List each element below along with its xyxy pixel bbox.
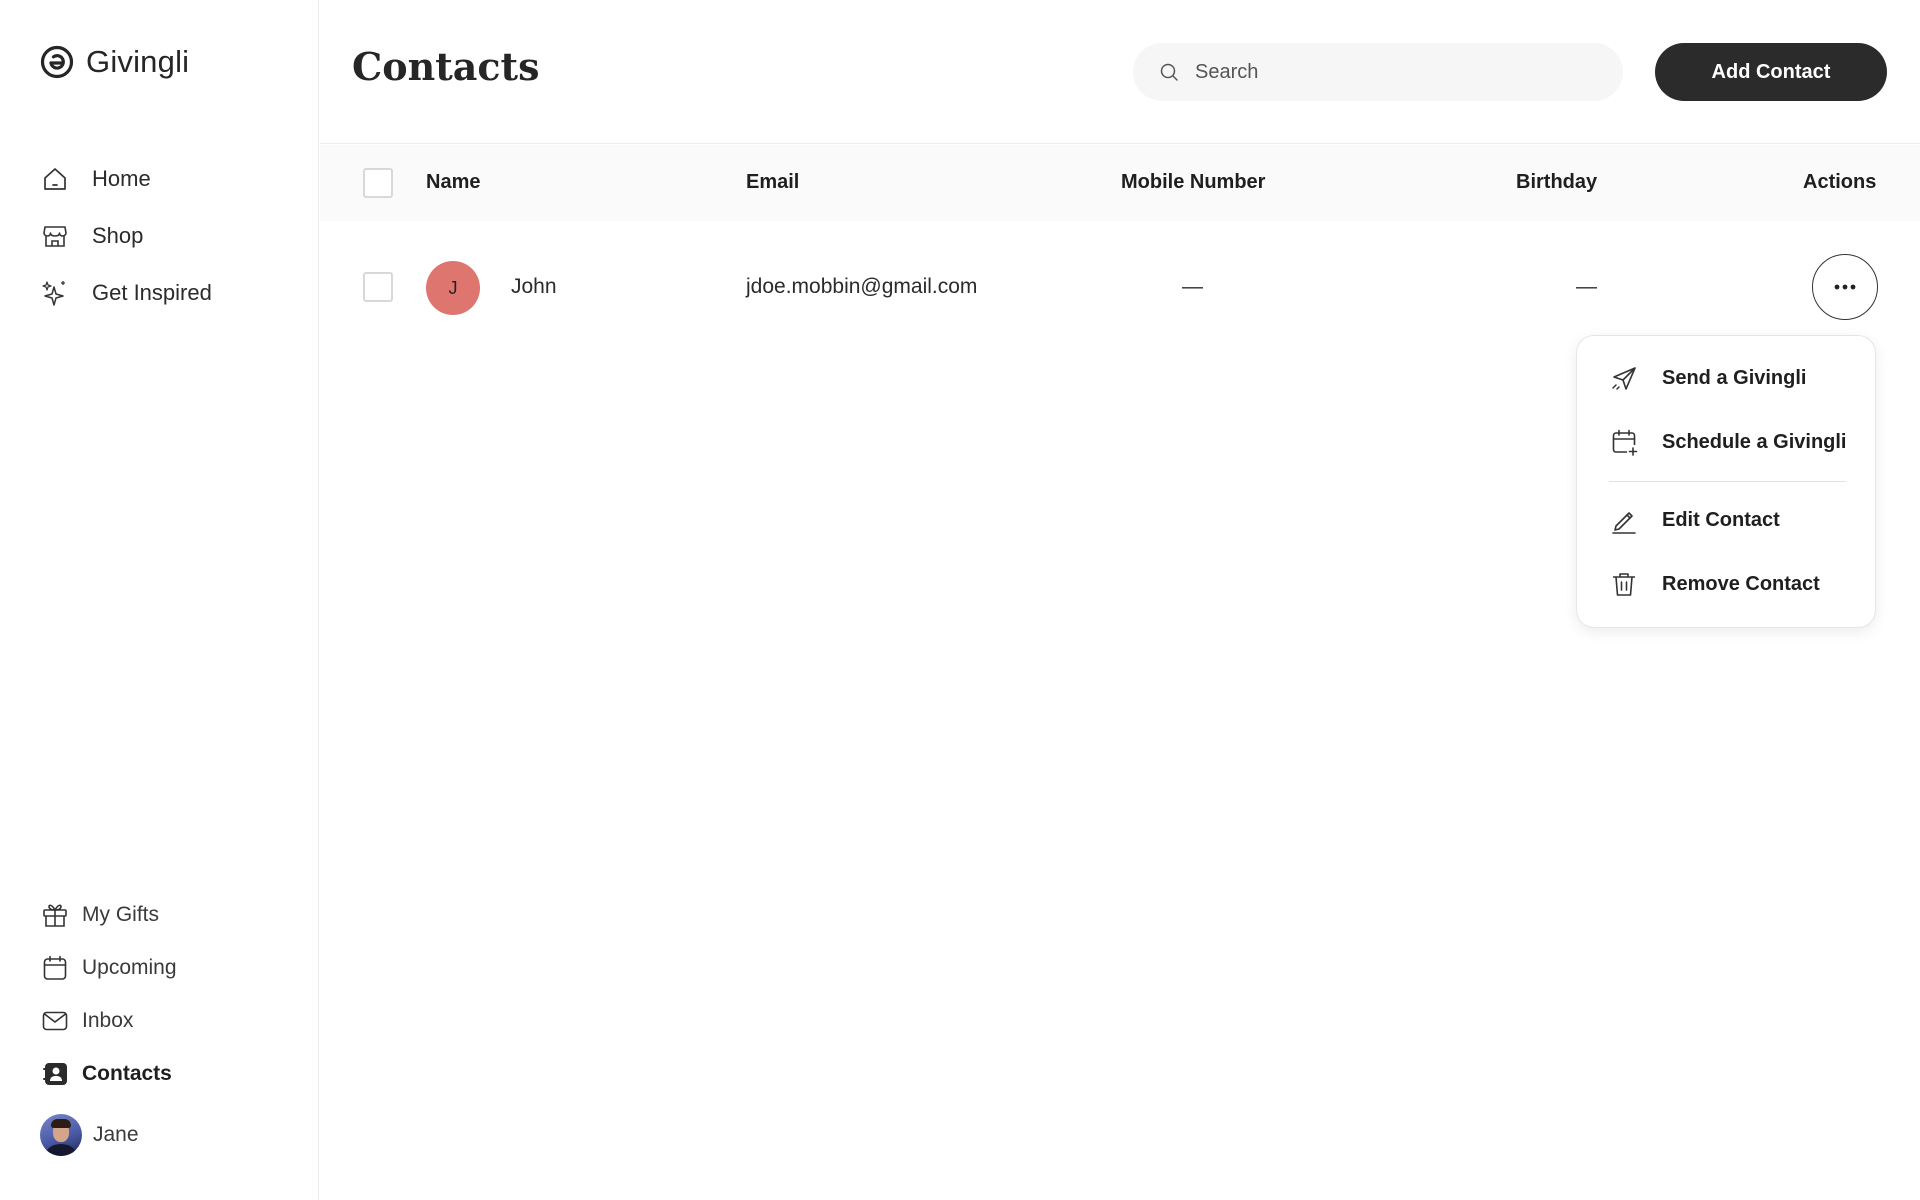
column-header-email[interactable]: Email	[746, 171, 799, 194]
contact-email: jdoe.mobbin@gmail.com	[746, 275, 978, 298]
home-icon	[40, 164, 70, 194]
secondary-nav: My Gifts Upcoming Inbox Contacts	[40, 888, 177, 1100]
menu-item-remove-contact[interactable]: Remove Contact	[1609, 569, 1820, 599]
search-bar[interactable]	[1133, 43, 1623, 101]
nav-label-get-inspired: Get Inspired	[92, 279, 212, 305]
nav-item-inbox[interactable]: Inbox	[40, 994, 177, 1047]
nav-label-upcoming: Upcoming	[82, 955, 177, 979]
nav-item-my-gifts[interactable]: My Gifts	[40, 888, 177, 941]
edit-icon	[1609, 505, 1639, 535]
contact-mobile: —	[1182, 275, 1203, 298]
contacts-icon	[40, 1059, 70, 1089]
mail-icon	[40, 1006, 70, 1036]
add-contact-button[interactable]: Add Contact	[1655, 43, 1887, 101]
sidebar: Givingli Home Shop Get Inspired My Gifts…	[0, 0, 319, 1200]
menu-divider	[1609, 481, 1846, 482]
page-title: Contacts	[352, 44, 540, 89]
row-actions-menu: Send a Givingli Schedule a Givingli Edit…	[1576, 335, 1876, 628]
menu-item-schedule-givingli[interactable]: Schedule a Givingli	[1609, 427, 1847, 457]
nav-item-home[interactable]: Home	[40, 150, 212, 207]
calendar-icon	[40, 953, 70, 983]
nav-item-contacts[interactable]: Contacts	[40, 1047, 177, 1100]
contact-avatar: J	[426, 261, 480, 315]
menu-label-send: Send a Givingli	[1662, 366, 1807, 389]
nav-label-home: Home	[92, 165, 151, 191]
user-name: Jane	[93, 1123, 139, 1146]
row-actions-button[interactable]	[1812, 254, 1878, 320]
calendar-add-icon	[1609, 427, 1639, 457]
sparkle-icon	[40, 278, 70, 308]
shop-icon	[40, 221, 70, 251]
brand[interactable]: Givingli	[40, 44, 189, 80]
contact-initial: J	[448, 277, 458, 298]
nav-item-upcoming[interactable]: Upcoming	[40, 941, 177, 994]
menu-item-edit-contact[interactable]: Edit Contact	[1609, 505, 1780, 535]
nav-item-shop[interactable]: Shop	[40, 207, 212, 264]
menu-item-send-givingli[interactable]: Send a Givingli	[1609, 363, 1806, 393]
nav-item-get-inspired[interactable]: Get Inspired	[40, 264, 212, 321]
menu-label-edit: Edit Contact	[1662, 508, 1780, 531]
column-header-birthday[interactable]: Birthday	[1516, 171, 1597, 194]
menu-label-remove: Remove Contact	[1662, 572, 1820, 595]
send-icon	[1609, 363, 1639, 393]
search-input[interactable]	[1195, 60, 1595, 84]
nav-label-my-gifts: My Gifts	[82, 902, 159, 926]
more-horizontal-icon	[1834, 284, 1856, 290]
column-header-actions: Actions	[1803, 171, 1877, 193]
nav-label-shop: Shop	[92, 222, 144, 248]
page-header: Contacts Add Contact	[320, 0, 1920, 144]
contact-birthday: —	[1576, 275, 1597, 298]
nav-label-contacts: Contacts	[82, 1061, 172, 1085]
brand-name: Givingli	[86, 44, 190, 79]
row-checkbox[interactable]	[363, 272, 393, 302]
user-profile[interactable]: Jane	[40, 1114, 139, 1156]
column-header-name[interactable]: Name	[426, 171, 480, 194]
select-all-checkbox[interactable]	[363, 168, 393, 198]
trash-icon	[1609, 569, 1639, 599]
column-header-mobile[interactable]: Mobile Number	[1121, 171, 1265, 194]
gift-icon	[40, 900, 70, 930]
avatar	[40, 1114, 82, 1156]
contact-name: John	[511, 275, 557, 298]
primary-nav: Home Shop Get Inspired	[40, 150, 212, 321]
table-header: Name Email Mobile Number Birthday Action…	[320, 145, 1920, 221]
search-icon	[1159, 61, 1181, 83]
menu-label-schedule: Schedule a Givingli	[1662, 430, 1847, 453]
nav-label-inbox: Inbox	[82, 1008, 134, 1032]
givingli-logo-icon	[40, 45, 74, 79]
